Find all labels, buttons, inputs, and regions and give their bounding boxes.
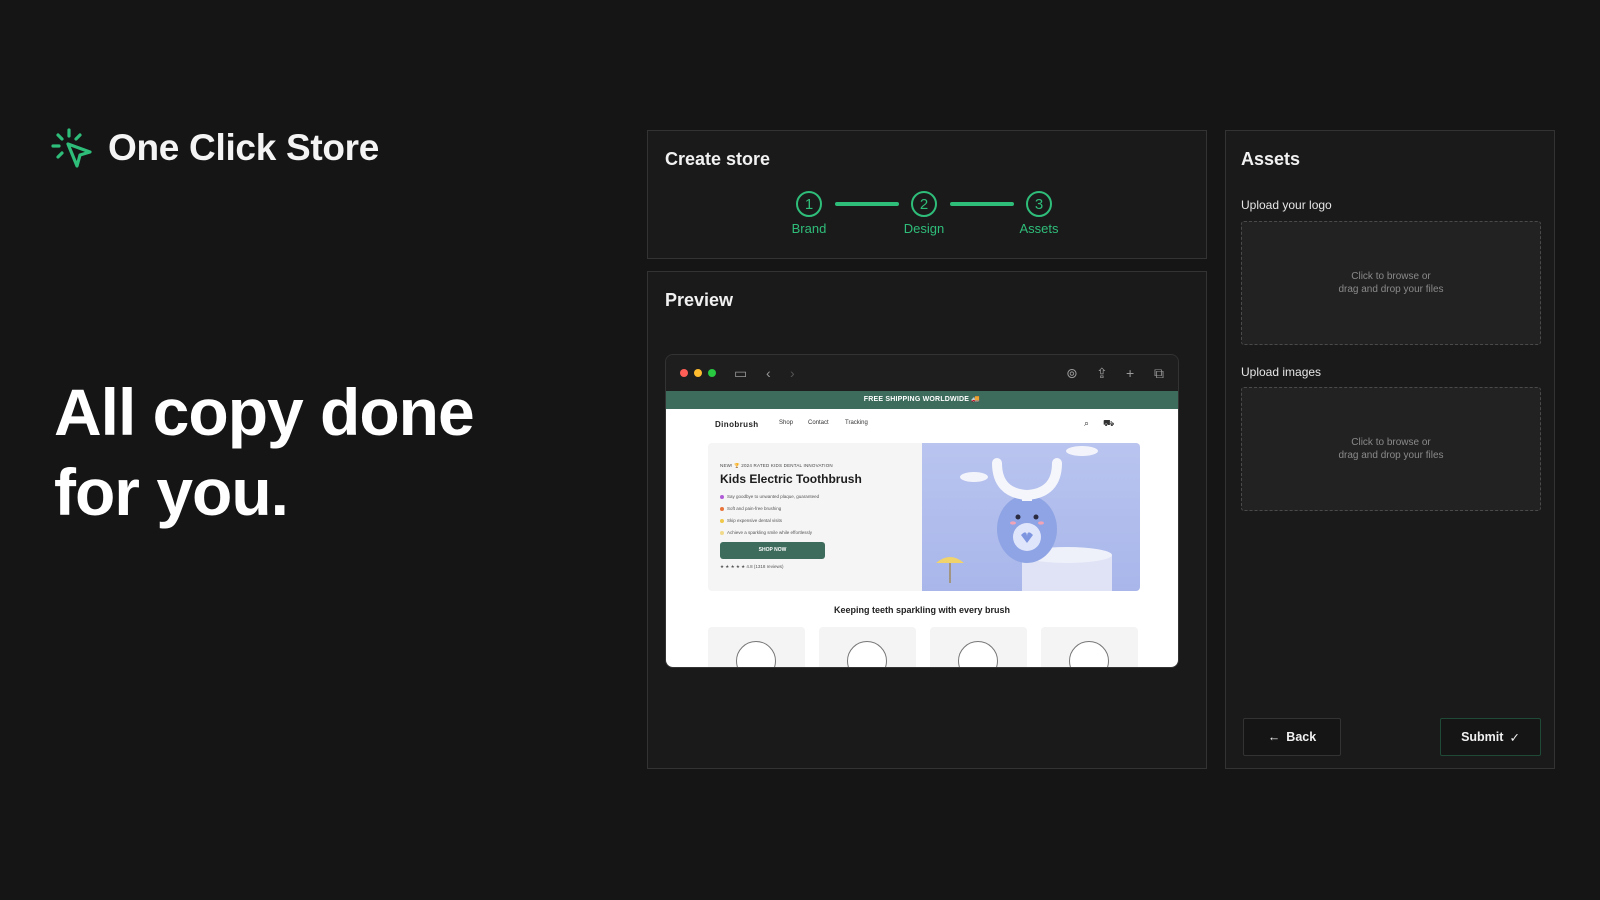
- cursor-sparkle-icon: [51, 128, 92, 168]
- forward-arrow-icon: ›: [790, 365, 795, 381]
- store-preview-site: FREE SHIPPING WORLDWIDE 🚚 Dinobrush Shop…: [666, 391, 1178, 667]
- step-label: Design: [903, 221, 945, 236]
- hero-bullets: Say goodbye to unwanted plaque, guarante…: [720, 494, 920, 535]
- hero-bullet: Achieve a sparkling smile while effortle…: [720, 530, 920, 535]
- submit-button[interactable]: Submit ✓: [1440, 718, 1541, 756]
- browser-toolbar: ▭ ‹ › ⊚ ⇪ + ⧉: [666, 355, 1178, 391]
- site-logo: Dinobrush: [715, 420, 759, 429]
- new-tab-icon: +: [1126, 365, 1135, 381]
- hero-bullet: Skip expensive dental visits: [720, 518, 920, 523]
- logo-dropzone[interactable]: Click to browse or drag and drop your fi…: [1241, 221, 1541, 345]
- step-number: 3: [1026, 191, 1052, 217]
- back-arrow-icon: ‹: [766, 365, 771, 381]
- toothbrush-illustration: [936, 446, 1112, 591]
- section-title: Keeping teeth sparkling with every brush: [833, 605, 1011, 615]
- hero-bullet: Say goodbye to unwanted plaque, guarante…: [720, 494, 920, 499]
- site-nav: Dinobrush Shop Contact Tracking ⌕ ⛟: [666, 409, 1178, 443]
- step-label: Assets: [1019, 221, 1059, 236]
- brand: One Click Store: [50, 126, 379, 170]
- check-icon: ✓: [1509, 730, 1520, 745]
- preview-title: Preview: [665, 290, 734, 310]
- feature-card: [1041, 627, 1138, 667]
- gentle-touch-icon: [1069, 641, 1109, 667]
- hero-copy: NEW! 🏆 2024 RATED KIDS DENTAL INNOVATION…: [720, 463, 920, 570]
- feature-card: [708, 627, 805, 667]
- hero-rating: ★ ★ ★ ★ ★ 4.8 (1318 reviews): [720, 564, 784, 569]
- download-icon: ⊚: [1066, 365, 1078, 381]
- step-design[interactable]: 2 Design: [884, 191, 964, 236]
- search-icon: ⌕: [1084, 418, 1090, 428]
- back-button[interactable]: ← Back: [1243, 718, 1341, 756]
- step-assets[interactable]: 3 Assets: [999, 191, 1079, 236]
- headline: All copy done for you.: [54, 372, 574, 532]
- nav-contact: Contact: [808, 420, 829, 426]
- upload-logo-label: Upload your logo: [1241, 198, 1332, 212]
- nav-tracking: Tracking: [845, 420, 868, 426]
- shipping-banner: FREE SHIPPING WORLDWIDE 🚚: [666, 391, 1178, 409]
- upload-images-label: Upload images: [1241, 365, 1322, 379]
- shop-now-button: SHOP NOW: [720, 542, 825, 559]
- hero-image: [922, 443, 1140, 591]
- step-brand[interactable]: 1 Brand: [769, 191, 849, 236]
- close-dot: [680, 369, 688, 377]
- preview-panel: Preview ▭ ‹ › ⊚ ⇪ + ⧉ FREE SHIPPING WORL…: [647, 271, 1207, 769]
- minimize-dot: [694, 369, 702, 377]
- hero-kicker: NEW! 🏆 2024 RATED KIDS DENTAL INNOVATION: [720, 463, 833, 468]
- feature-card: [930, 627, 1027, 667]
- hero-title: Kids Electric Toothbrush: [720, 472, 862, 486]
- refresh-icon: [847, 641, 887, 667]
- create-store-title: Create store: [665, 149, 771, 169]
- sidebar-icon: ▭: [734, 365, 748, 381]
- step-label: Brand: [791, 221, 827, 236]
- dropzone-text: Click to browse or drag and drop your fi…: [1338, 437, 1444, 461]
- tabs-icon: ⧉: [1154, 365, 1164, 381]
- headline-line-2: for you.: [54, 455, 289, 529]
- hero-bullet: Soft and pain-free brushing: [720, 506, 920, 511]
- cart-icon: ⛟: [1103, 418, 1115, 428]
- browser-mockup: ▭ ‹ › ⊚ ⇪ + ⧉ FREE SHIPPING WORLDWIDE 🚚 …: [665, 354, 1179, 668]
- create-store-panel: Create store 1 Brand 2 Design 3 Assets: [647, 130, 1207, 259]
- nav-shop: Shop: [779, 420, 794, 426]
- assets-title: Assets: [1241, 149, 1301, 169]
- step-number: 1: [796, 191, 822, 217]
- sparkle-teeth-icon: [736, 641, 776, 667]
- images-dropzone[interactable]: Click to browse or drag and drop your fi…: [1241, 387, 1541, 511]
- assets-panel: Assets Upload your logo Click to browse …: [1225, 130, 1555, 769]
- headline-line-1: All copy done: [54, 375, 475, 449]
- feature-card: [819, 627, 916, 667]
- share-icon: ⇪: [1096, 365, 1108, 381]
- maximize-dot: [708, 369, 716, 377]
- brand-name: One Click Store: [108, 127, 380, 168]
- step-number: 2: [911, 191, 937, 217]
- dropzone-text: Click to browse or drag and drop your fi…: [1338, 271, 1444, 295]
- hero-section: NEW! 🏆 2024 RATED KIDS DENTAL INNOVATION…: [708, 443, 1140, 591]
- arrow-left-icon: ←: [1267, 730, 1281, 744]
- toothbrush-icon: [958, 641, 998, 667]
